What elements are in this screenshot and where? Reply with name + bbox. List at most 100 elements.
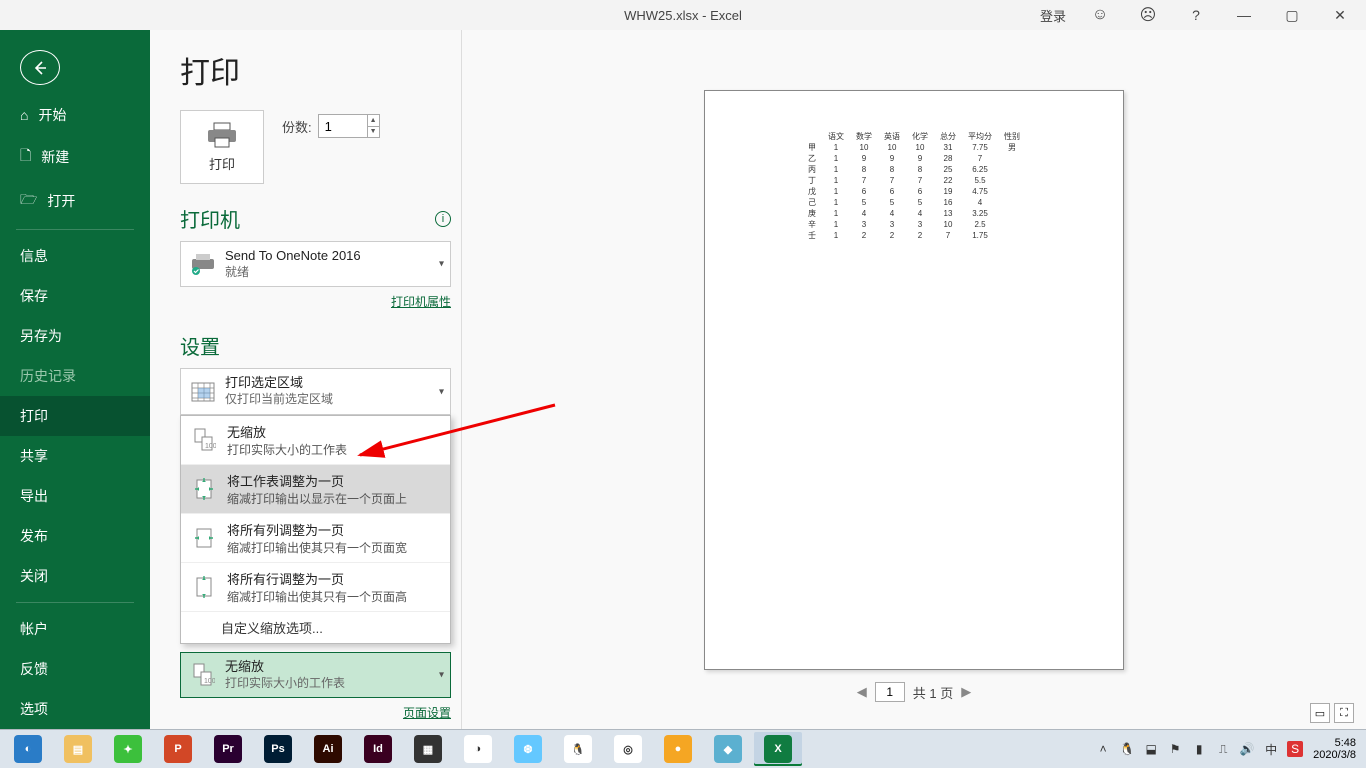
table-cell: 10	[878, 142, 906, 153]
chevron-down-icon: ▾	[439, 259, 444, 270]
table-cell: 4.75	[962, 186, 998, 197]
login-link[interactable]: 登录	[1034, 6, 1072, 25]
scale-option-none[interactable]: 100 无缩放打印实际大小的工作表	[181, 416, 450, 465]
sidebar-item-options[interactable]: 选项	[0, 689, 150, 729]
scale-option-fit-sheet[interactable]: 将工作表调整为一页缩减打印输出以显示在一个页面上	[181, 465, 450, 514]
tray-volume-icon[interactable]: 🔊	[1239, 741, 1255, 757]
help-button[interactable]: ?	[1176, 1, 1216, 29]
sidebar-item-open[interactable]: 🗁打开	[0, 179, 150, 223]
table-cell: 8	[878, 164, 906, 175]
sidebar-item-print[interactable]: 打印	[0, 396, 150, 436]
table-row: 庚1444133.25	[802, 208, 1026, 219]
taskbar-clock[interactable]: 5:48 2020/3/8	[1313, 737, 1362, 761]
table-cell: 19	[934, 186, 962, 197]
print-area-dropdown[interactable]: 打印选定区域 仅打印当前选定区域 ▾	[180, 368, 451, 414]
back-button[interactable]	[20, 50, 60, 85]
copies-step-up[interactable]: ▲	[367, 115, 379, 127]
printer-properties-link[interactable]: 打印机属性	[391, 295, 451, 309]
sidebar-item-label: 另存为	[20, 326, 62, 346]
taskbar-app-indesign[interactable]: Id	[354, 732, 402, 766]
sidebar-item-new[interactable]: 🗋新建	[0, 135, 150, 179]
scaling-dropdown[interactable]: 100 无缩放 打印实际大小的工作表 ▾	[180, 652, 451, 698]
tray-wifi-icon[interactable]: ⎍	[1215, 741, 1231, 757]
scale-none-icon: 100	[189, 422, 219, 458]
tray-up-icon[interactable]: ˄	[1095, 741, 1111, 757]
taskbar-app-app-a[interactable]: ◑	[454, 732, 502, 766]
taskbar-app-premiere[interactable]: Pr	[204, 732, 252, 766]
copies-step-down[interactable]: ▼	[367, 127, 379, 138]
page-setup-link[interactable]: 页面设置	[403, 706, 451, 720]
sidebar-item-info[interactable]: 信息	[0, 236, 150, 276]
tray-ime-icon[interactable]: 中	[1263, 741, 1279, 757]
zoom-fit-button[interactable]: ⛶	[1334, 703, 1354, 723]
sidebar-item-label: 打开	[47, 191, 75, 211]
prev-page-button[interactable]: ◀	[857, 684, 867, 700]
table-cell: 9	[906, 153, 934, 164]
table-cell: 10	[934, 219, 962, 230]
table-cell: 甲	[802, 142, 822, 153]
taskbar-app-browser-qq[interactable]: ◐	[4, 732, 52, 766]
close-button[interactable]: ✕	[1320, 1, 1360, 29]
option-title: 将工作表调整为一页	[227, 471, 407, 490]
table-cell: 男	[998, 142, 1026, 153]
sidebar-item-export[interactable]: 导出	[0, 476, 150, 516]
copies-label: 份数:	[282, 117, 312, 136]
sidebar-item-close[interactable]: 关闭	[0, 556, 150, 596]
taskbar-app-photoshop[interactable]: Ps	[254, 732, 302, 766]
sidebar-item-history[interactable]: 历史记录	[0, 356, 150, 396]
sidebar-item-home[interactable]: ⌂开始	[0, 95, 150, 135]
taskbar-app-illustrator[interactable]: Ai	[304, 732, 352, 766]
taskbar-app-wechat[interactable]: ✦	[104, 732, 152, 766]
table-cell	[998, 164, 1026, 175]
tray-flag-icon[interactable]: ⚑	[1167, 741, 1183, 757]
taskbar-app-notes[interactable]: ◆	[704, 732, 752, 766]
minimize-button[interactable]: —	[1224, 1, 1264, 29]
video-editor-icon: ▦	[414, 735, 442, 763]
taskbar-app-powerpoint[interactable]: P	[154, 732, 202, 766]
table-cell	[998, 175, 1026, 186]
table-cell	[998, 153, 1026, 164]
maximize-button[interactable]: ▢	[1272, 1, 1312, 29]
preview-page: 语文数学英语化学总分平均分性别甲1101010317.75男乙1999287丙1…	[704, 90, 1124, 670]
table-row: 己1555164	[802, 197, 1026, 208]
printer-dropdown[interactable]: Send To OneNote 2016 就绪 ▾	[180, 241, 451, 287]
face-frown-icon[interactable]: ☹	[1128, 1, 1168, 29]
sidebar-item-label: 开始	[38, 105, 66, 125]
table-row: 辛1333102.5	[802, 219, 1026, 230]
sidebar-item-account[interactable]: 帐户	[0, 609, 150, 649]
scale-option-fit-columns[interactable]: 将所有列调整为一页缩减打印输出使其只有一个页面宽	[181, 514, 450, 563]
tray-qq-icon[interactable]: 🐧	[1119, 741, 1135, 757]
clock-time: 5:48	[1313, 737, 1356, 749]
sidebar-item-publish[interactable]: 发布	[0, 516, 150, 556]
sidebar-item-share[interactable]: 共享	[0, 436, 150, 476]
preview-data-table: 语文数学英语化学总分平均分性别甲1101010317.75男乙1999287丙1…	[802, 131, 1026, 241]
taskbar-app-qq[interactable]: 🐧	[554, 732, 602, 766]
table-cell: 9	[850, 153, 878, 164]
sidebar-item-saveas[interactable]: 另存为	[0, 316, 150, 356]
taskbar-app-app-b[interactable]: ❆	[504, 732, 552, 766]
scale-option-fit-rows[interactable]: 将所有行调整为一页缩减打印输出使其只有一个页面高	[181, 563, 450, 612]
taskbar-app-chrome[interactable]: ◎	[604, 732, 652, 766]
taskbar-app-video-editor[interactable]: ▦	[404, 732, 452, 766]
tray-shield-icon[interactable]: ⬓	[1143, 741, 1159, 757]
tray-sogou-icon[interactable]: S	[1287, 741, 1303, 757]
print-button[interactable]: 打印	[180, 110, 264, 184]
chrome-icon: ◎	[614, 735, 642, 763]
taskbar-app-explorer[interactable]: ▤	[54, 732, 102, 766]
chevron-down-icon: ▾	[439, 670, 444, 681]
taskbar-app-app-c[interactable]: ●	[654, 732, 702, 766]
table-row: 乙1999287	[802, 153, 1026, 164]
sidebar-item-save[interactable]: 保存	[0, 276, 150, 316]
table-cell: 5	[878, 197, 906, 208]
zoom-to-page-button[interactable]: ▭	[1310, 703, 1330, 723]
info-icon[interactable]: i	[435, 211, 451, 227]
tray-battery-icon[interactable]: ▮	[1191, 741, 1207, 757]
custom-scaling-option[interactable]: 自定义缩放选项...	[181, 612, 450, 643]
next-page-button[interactable]: ▶	[961, 684, 971, 700]
page-number-input[interactable]	[875, 682, 905, 702]
table-cell: 1	[822, 186, 850, 197]
face-smile-icon[interactable]: ☺	[1080, 1, 1120, 29]
taskbar-app-excel[interactable]: X	[754, 732, 802, 766]
sidebar-item-feedback[interactable]: 反馈	[0, 649, 150, 689]
printer-status: 就绪	[225, 265, 442, 281]
